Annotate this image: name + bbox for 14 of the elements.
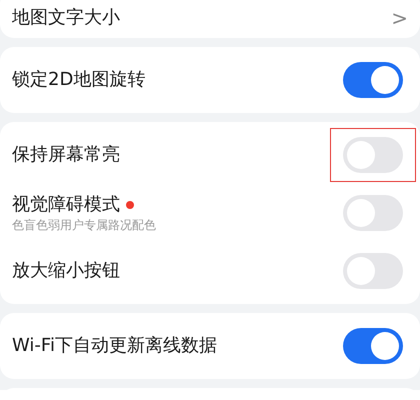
setting-label: 保持屏幕常亮 [12,143,120,167]
setting-label: 地图文字大小 [12,6,120,30]
setting-label: 放大缩小按钮 [12,259,120,283]
toggle-switch[interactable] [343,328,403,364]
setting-label: 锁定2D地图旋转 [12,68,146,92]
toggle-switch[interactable] [343,62,403,98]
toggle-switch[interactable] [343,253,403,289]
toggle-switch[interactable] [343,137,403,173]
settings-row[interactable]: 地图文字大小 > [0,0,420,32]
setting-label: 视觉障碍模式 [12,193,120,217]
chevron-icon: > [391,3,408,33]
toggle-switch[interactable] [343,195,403,231]
setting-label: Wi-Fi下自动更新离线数据 [12,334,217,358]
setting-subtitle: 色盲色弱用户专属路况配色 [12,217,156,233]
